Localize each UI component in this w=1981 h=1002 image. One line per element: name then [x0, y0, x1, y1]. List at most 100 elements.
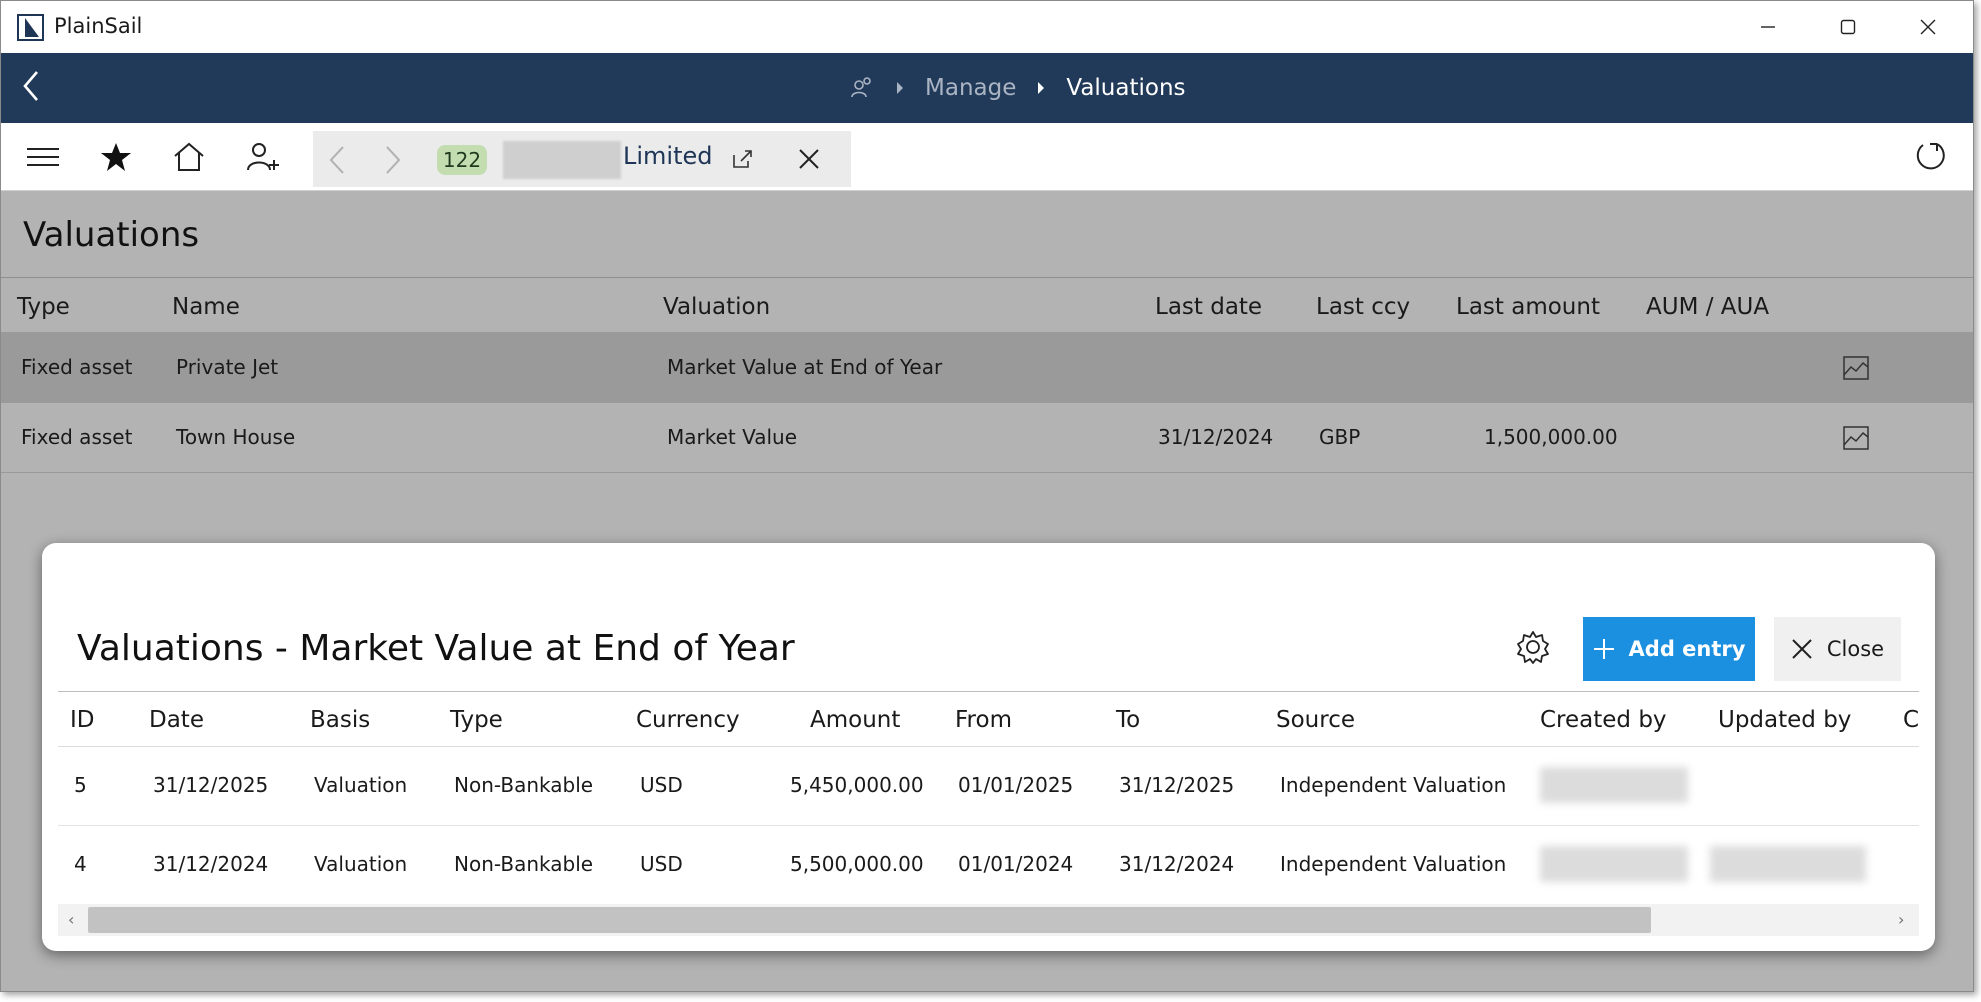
table-row[interactable]: 4 31/12/2024 Valuation Non-Bankable USD …: [58, 826, 1919, 905]
refresh-icon: [1916, 143, 1945, 170]
back-icon: [23, 71, 38, 101]
menu-button[interactable]: [23, 137, 63, 177]
app-window: PlainSail Manage Valuations 122 Limited …: [0, 0, 1974, 992]
open-external-icon[interactable]: [731, 147, 755, 171]
column-header[interactable]: Date: [149, 707, 204, 733]
cell-id: 5: [74, 773, 87, 797]
back-button[interactable]: [13, 67, 53, 107]
chevron-left-icon[interactable]: [327, 145, 347, 175]
people-icon[interactable]: [849, 75, 875, 101]
column-header[interactable]: Amount: [810, 707, 900, 733]
gear-icon[interactable]: [1515, 629, 1551, 665]
modal-title: Valuations - Market Value at End of Year: [77, 628, 795, 669]
cell-amount: 5,450,000.00: [790, 773, 924, 797]
column-header[interactable]: C: [1903, 707, 1919, 733]
close-icon: [1920, 19, 1936, 35]
chevron-right-icon[interactable]: [383, 145, 403, 175]
redacted-updated-by: [1710, 846, 1866, 882]
add-person-icon: [247, 143, 279, 171]
valuations-modal: Valuations - Market Value at End of Year…: [42, 543, 1935, 951]
close-label: Close: [1826, 637, 1885, 661]
column-header[interactable]: Last date: [1155, 294, 1262, 320]
column-header[interactable]: Last amount: [1456, 294, 1600, 320]
cell-last-date: 31/12/2024: [1158, 425, 1274, 449]
cell-source: Independent Valuation: [1280, 852, 1507, 876]
column-header[interactable]: Updated by: [1718, 707, 1851, 733]
column-header[interactable]: Type: [450, 707, 503, 733]
column-header[interactable]: Valuation: [663, 294, 770, 320]
column-header[interactable]: Source: [1276, 707, 1355, 733]
column-header[interactable]: Name: [172, 294, 240, 320]
breadcrumb-manage[interactable]: Manage: [925, 75, 1016, 101]
minimize-icon: [1761, 26, 1775, 28]
scroll-right-icon[interactable]: ›: [1898, 910, 1904, 929]
scroll-left-icon[interactable]: ‹: [68, 910, 74, 929]
table-row[interactable]: Fixed asset Town House Market Value 31/1…: [1, 402, 1973, 472]
menu-icon: [27, 148, 59, 166]
column-header[interactable]: ID: [70, 707, 95, 733]
cell-to: 31/12/2024: [1119, 852, 1235, 876]
minimize-button[interactable]: [1728, 1, 1808, 53]
column-header[interactable]: Basis: [310, 707, 370, 733]
cell-from: 01/01/2024: [958, 852, 1074, 876]
window-close-button[interactable]: [1888, 1, 1968, 53]
column-header[interactable]: From: [955, 707, 1012, 733]
add-entry-button[interactable]: Add entry: [1583, 617, 1755, 681]
star-icon: [101, 143, 131, 171]
home-button[interactable]: [169, 137, 209, 177]
redacted-created-by: [1540, 846, 1688, 882]
cell-to: 31/12/2025: [1119, 773, 1235, 797]
cell-valuation: Market Value: [667, 425, 798, 449]
column-header[interactable]: Type: [17, 294, 70, 320]
column-header[interactable]: Currency: [636, 707, 740, 733]
add-person-button[interactable]: [243, 137, 283, 177]
cell-valuation: Market Value at End of Year: [667, 355, 943, 379]
cell-type: Non-Bankable: [454, 773, 594, 797]
cell-type: Fixed asset: [21, 425, 133, 449]
chevron-right-icon: [1038, 82, 1045, 94]
cell-date: 31/12/2024: [153, 852, 269, 876]
breadcrumb: Manage Valuations: [849, 53, 1186, 123]
cell-from: 01/01/2025: [958, 773, 1074, 797]
table-row[interactable]: 5 31/12/2025 Valuation Non-Bankable USD …: [58, 747, 1919, 826]
refresh-button[interactable]: [1911, 137, 1951, 177]
close-button[interactable]: Close: [1774, 617, 1901, 681]
maximize-icon: [1840, 19, 1856, 35]
cell-type: Non-Bankable: [454, 852, 594, 876]
close-icon: [1792, 639, 1812, 659]
cell-last-ccy: GBP: [1319, 425, 1361, 449]
cell-name: Town House: [176, 425, 296, 449]
record-tab[interactable]: 122 Limited: [313, 131, 851, 187]
horizontal-scrollbar[interactable]: ‹ ›: [58, 904, 1919, 936]
add-entry-label: Add entry: [1628, 637, 1746, 661]
chart-icon[interactable]: [1841, 353, 1871, 383]
column-header[interactable]: Created by: [1540, 707, 1667, 733]
nav-bar: Manage Valuations: [1, 53, 1973, 123]
toolbar: 122 Limited: [1, 123, 1973, 191]
record-name: Limited: [623, 142, 713, 170]
title-bar: PlainSail: [1, 1, 1973, 53]
cell-currency: USD: [640, 773, 683, 797]
cell-last-amount: 1,500,000.00: [1484, 425, 1618, 449]
close-icon[interactable]: [797, 147, 821, 171]
cell-name: Private Jet: [176, 355, 279, 379]
maximize-button[interactable]: [1808, 1, 1888, 53]
favourites-button[interactable]: [96, 137, 136, 177]
divider: [1, 472, 1973, 473]
cell-amount: 5,500,000.00: [790, 852, 924, 876]
column-header[interactable]: AUM / AUA: [1646, 294, 1769, 320]
redacted-created-by: [1540, 767, 1688, 803]
table-row[interactable]: Fixed asset Private Jet Market Value at …: [1, 332, 1973, 402]
chart-icon[interactable]: [1841, 423, 1871, 453]
valuation-entries-grid: ID Date Basis Type Currency Amount From …: [58, 691, 1919, 940]
scrollbar-thumb[interactable]: [88, 907, 1651, 933]
chevron-right-icon: [897, 82, 903, 94]
cell-id: 4: [74, 852, 87, 876]
column-header[interactable]: To: [1116, 707, 1140, 733]
breadcrumb-current: Valuations: [1066, 75, 1186, 101]
cell-basis: Valuation: [314, 852, 408, 876]
column-header[interactable]: Last ccy: [1316, 294, 1410, 320]
cell-basis: Valuation: [314, 773, 408, 797]
app-title: PlainSail: [54, 14, 143, 38]
plus-icon: [1593, 639, 1614, 659]
